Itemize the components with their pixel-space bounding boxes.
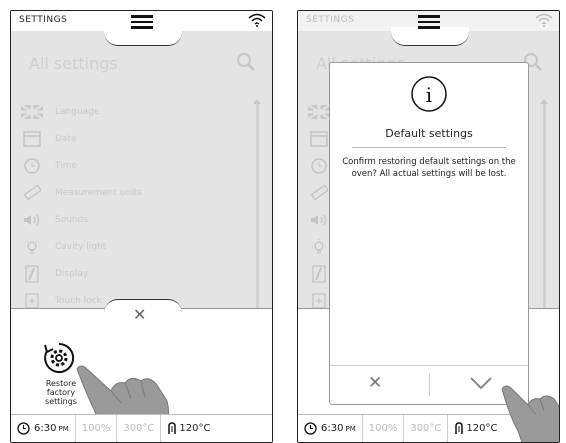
probe-icon [455, 422, 464, 434]
ruler-icon [21, 184, 43, 201]
settings-item-label: Date [55, 133, 77, 144]
settings-item-label: Cavity light [55, 241, 107, 252]
menu-icon[interactable] [131, 15, 153, 29]
clock-cell[interactable]: 6:30 PM [298, 415, 363, 442]
settings-item-label: Measurement units [55, 187, 142, 198]
time-ampm: PM [58, 424, 69, 433]
search-icon[interactable] [236, 52, 256, 72]
info-symbol: i [426, 83, 432, 107]
info-icon: i [411, 76, 447, 112]
display-icon [21, 264, 43, 283]
settings-screen-right: All settings SETTINGS 6:30PM 100% 300°C [297, 10, 560, 443]
display-icon [308, 264, 330, 283]
settings-list: Language Date Time Measurement units Sou… [21, 98, 241, 314]
temperature-value: 300°C [123, 423, 155, 434]
settings-item-light[interactable]: Cavity light [21, 233, 241, 260]
settings-item-date[interactable]: Date [21, 125, 241, 152]
ruler-icon [308, 184, 330, 201]
probe-value: 120°C [466, 423, 498, 434]
clock-icon [17, 422, 30, 435]
settings-item-units[interactable]: Measurement units [21, 179, 241, 206]
time-value: 6:30 [34, 423, 57, 434]
calendar-icon [21, 130, 43, 147]
confirm-button[interactable] [470, 376, 492, 390]
dialog-divider [352, 147, 506, 148]
flag-icon [308, 104, 330, 120]
scrollbar[interactable] [540, 99, 548, 311]
time-ampm: PM [345, 424, 356, 433]
scrollbar[interactable] [253, 99, 261, 311]
top-bar-overlay [298, 11, 559, 31]
clock-icon [21, 157, 43, 174]
dialog-title: Default settings [385, 127, 473, 140]
speaker-icon [308, 212, 330, 228]
probe-cell[interactable]: 120°C [161, 415, 216, 442]
bulb-icon [308, 238, 330, 255]
settings-item-label: Language [55, 106, 100, 117]
pointing-hand-icon [501, 385, 559, 442]
close-button[interactable]: ✕ [133, 305, 146, 324]
settings-item-display[interactable]: Display [21, 260, 241, 287]
temperature-cell[interactable]: 300°C [404, 415, 449, 442]
temperature-cell[interactable]: 300°C [117, 415, 162, 442]
probe-value: 120°C [179, 423, 211, 434]
top-bar-overlay [11, 11, 272, 31]
power-value: 100% [368, 423, 398, 434]
power-cell[interactable]: 100% [76, 415, 118, 442]
cancel-button[interactable]: ✕ [368, 373, 382, 393]
bulb-icon [21, 238, 43, 255]
lock-icon [308, 292, 330, 309]
probe-icon [168, 422, 177, 434]
clock-cell[interactable]: 6:30 PM [11, 415, 76, 442]
power-cell[interactable]: 100% [363, 415, 405, 442]
menu-icon[interactable] [418, 15, 440, 29]
all-settings-heading: All settings [29, 54, 118, 73]
speaker-icon [21, 212, 43, 228]
probe-cell[interactable]: 120°C [448, 415, 503, 442]
lock-icon [21, 292, 43, 309]
status-bar: 6:30 PM 100% 300°C 120°C [11, 414, 272, 442]
default-settings-dialog: i Default settings Confirm restoring def… [329, 62, 529, 405]
calendar-icon [308, 130, 330, 147]
settings-item-label: Display [55, 268, 89, 279]
settings-item-sounds[interactable]: Sounds [21, 206, 241, 233]
settings-item-label: Time [55, 160, 78, 171]
actions-divider [429, 374, 430, 396]
settings-item-label: Sounds [55, 214, 89, 225]
clock-icon [304, 422, 317, 435]
settings-item-language[interactable]: Language [21, 98, 241, 125]
settings-list-area: All settings Language Date Time Measurem… [11, 31, 272, 311]
wifi-icon [248, 13, 266, 27]
dialog-message: Confirm restoring default settings on th… [342, 157, 516, 179]
clock-icon [308, 157, 330, 174]
power-value: 100% [81, 423, 111, 434]
settings-item-label: Touch lock [55, 295, 102, 306]
settings-item-time[interactable]: Time [21, 152, 241, 179]
temperature-value: 300°C [410, 423, 442, 434]
wifi-icon [535, 13, 553, 27]
flag-icon [21, 104, 43, 120]
settings-screen-left: All settings Language Date Time Measurem… [10, 10, 273, 443]
time-value: 6:30 [321, 423, 344, 434]
